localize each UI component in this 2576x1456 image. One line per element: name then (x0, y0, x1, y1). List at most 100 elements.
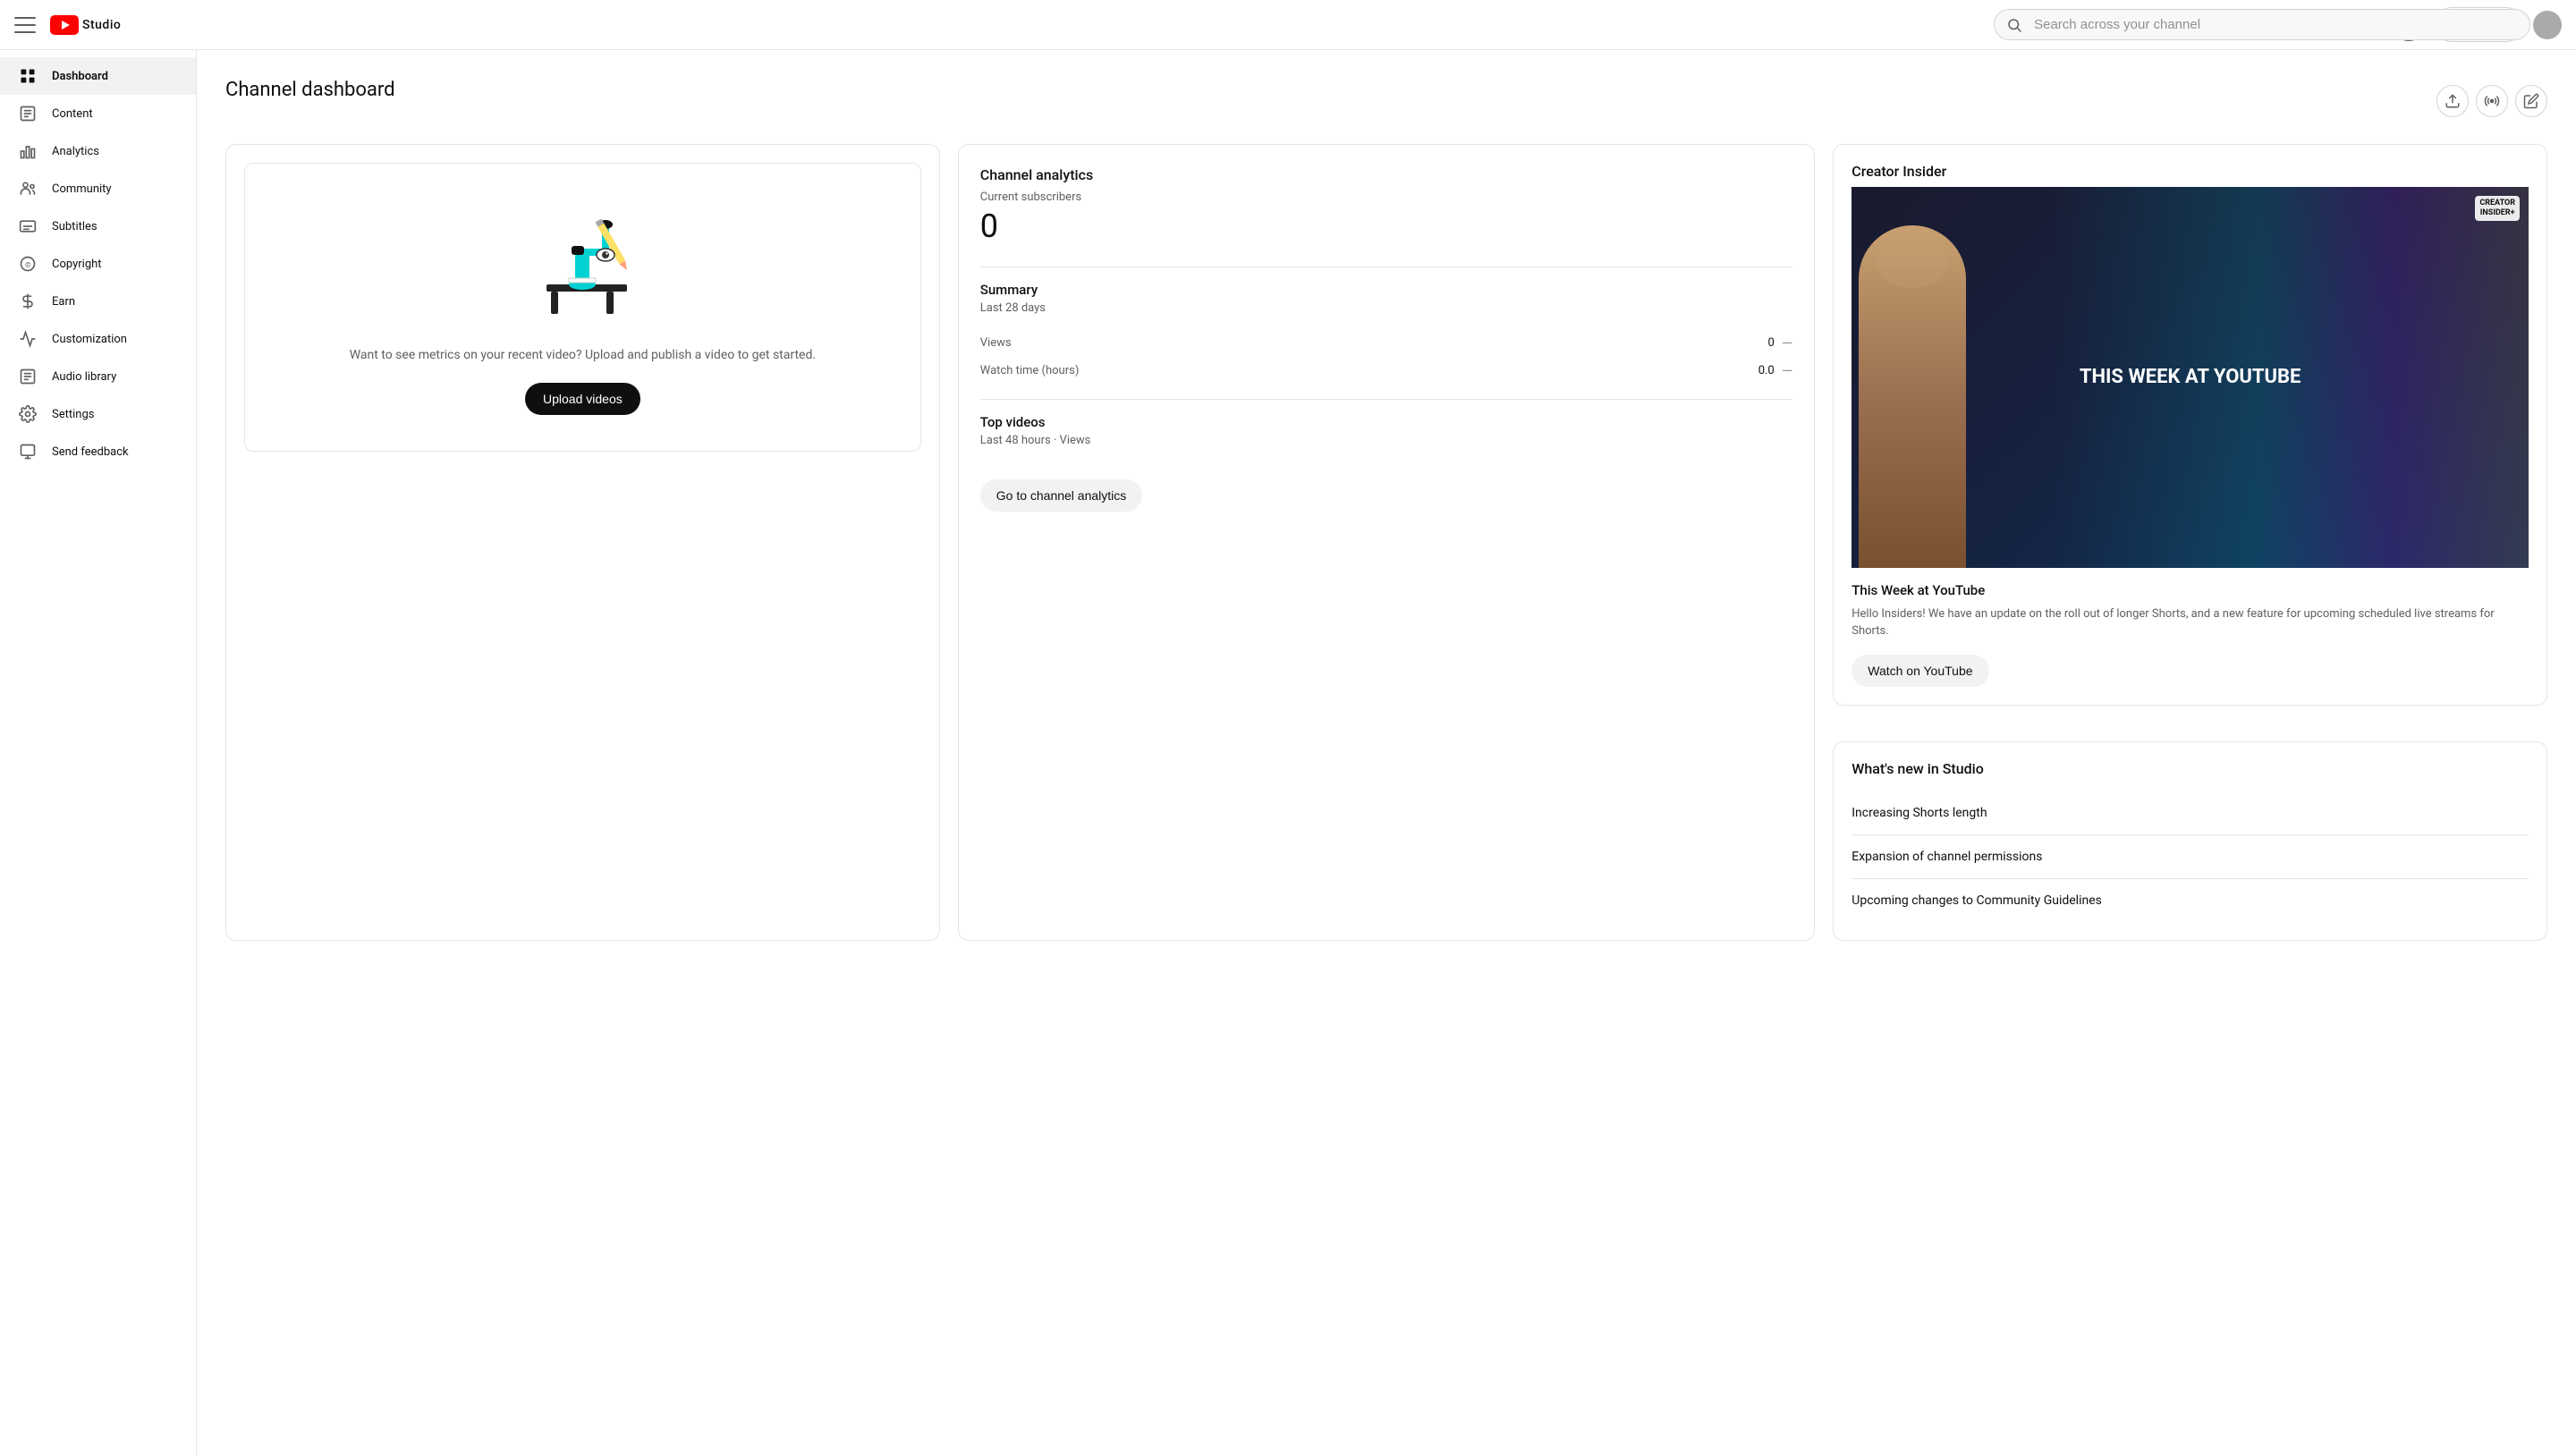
sidebar-item-content[interactable]: Content (0, 95, 196, 132)
edit-button[interactable] (2515, 85, 2547, 117)
sidebar-item-analytics[interactable]: Analytics (0, 132, 196, 170)
page-title: Channel dashboard (225, 79, 395, 101)
customization-icon (18, 329, 38, 349)
views-number: 0 (1767, 336, 1774, 350)
content-icon (18, 104, 38, 123)
layout: Dashboard Content Analytics Community (0, 0, 2576, 1456)
sidebar-item-audio-library-label: Audio library (52, 370, 116, 384)
search-icon (2006, 17, 2022, 33)
sidebar-item-dashboard-label: Dashboard (52, 70, 108, 83)
settings-icon (18, 404, 38, 424)
creator-insider-title: Creator Insider (1852, 163, 2529, 180)
dashboard-grid: Want to see metrics on your recent video… (225, 144, 2547, 941)
creator-person (1859, 225, 1966, 568)
upload-card-inner: Want to see metrics on your recent video… (244, 163, 921, 452)
earn-icon (18, 292, 38, 311)
summary-period: Last 28 days (980, 301, 1793, 315)
dashboard-icon (18, 66, 38, 86)
creator-hair (1877, 234, 1948, 288)
top-videos-period: Last 48 hours · Views (980, 434, 1793, 447)
top-videos-divider (980, 399, 1793, 400)
sidebar-item-copyright-label: Copyright (52, 258, 102, 271)
creator-thumbnail[interactable]: CREATOR INSIDER+ THIS WEEK AT YOUTUBE (1852, 187, 2529, 568)
search-bar[interactable] (1994, 9, 2530, 40)
sidebar-item-earn[interactable]: Earn (0, 283, 196, 320)
sidebar-item-audio-library[interactable]: Audio library (0, 358, 196, 395)
sidebar-item-dashboard[interactable]: Dashboard (0, 57, 196, 95)
whats-new-card: What's new in Studio Increasing Shorts l… (1833, 741, 2547, 941)
views-dash: — (1782, 334, 1793, 351)
upload-card-text: Want to see metrics on your recent video… (350, 346, 816, 365)
analytics-card: Channel analytics Current subscribers 0 … (958, 144, 1816, 941)
sidebar-item-send-feedback[interactable]: Send feedback (0, 433, 196, 470)
sidebar-item-subtitles[interactable]: Subtitles (0, 207, 196, 245)
go-analytics-button[interactable]: Go to channel analytics (980, 479, 1143, 512)
analytics-card-title: Channel analytics (980, 166, 1793, 183)
upload-illustration (502, 199, 663, 325)
watch-time-metric-row: Watch time (hours) 0.0 — (980, 357, 1793, 385)
creator-insider-badge: CREATOR INSIDER+ (2475, 196, 2520, 221)
audio-icon (18, 367, 38, 386)
views-value: 0 — (1767, 334, 1792, 351)
sidebar-item-customization[interactable]: Customization (0, 320, 196, 358)
whats-new-item-2-text: Upcoming changes to Community Guidelines (1852, 893, 2102, 908)
sidebar-item-community[interactable]: Community (0, 170, 196, 207)
right-column: Creator Insider (1833, 144, 2547, 941)
upload-card: Want to see metrics on your recent video… (225, 144, 940, 941)
analytics-icon (18, 141, 38, 161)
logo[interactable]: Studio (50, 15, 121, 35)
watch-time-dash: — (1782, 362, 1793, 379)
subscribers-label: Current subscribers (980, 190, 1793, 204)
copyright-icon: © (18, 254, 38, 274)
toolbar-icons (2436, 85, 2547, 117)
sidebar-item-settings[interactable]: Settings (0, 395, 196, 433)
header: Studio ? ⊞ Create (0, 0, 2576, 50)
creator-video-title: This Week at YouTube (1852, 582, 2529, 598)
subtitles-icon (18, 216, 38, 236)
sidebar-item-content-label: Content (52, 107, 93, 121)
studio-logo-text: Studio (82, 18, 121, 32)
top-videos-title: Top videos (980, 414, 1793, 430)
badge-line2: INSIDER+ (2480, 208, 2515, 217)
sidebar-item-earn-label: Earn (52, 295, 75, 309)
subscribers-count: 0 (980, 207, 1793, 245)
views-metric-row: Views 0 — (980, 329, 1793, 357)
upload-videos-button[interactable]: Upload videos (525, 383, 640, 415)
creator-card-header: Creator Insider (1834, 145, 2546, 180)
sidebar-item-subtitles-label: Subtitles (52, 220, 97, 233)
search-input[interactable] (1994, 9, 2530, 40)
creator-thumbnail-text: THIS WEEK AT YOUTUBE (2062, 348, 2319, 407)
main-content: Channel dashboard (197, 50, 2576, 1456)
whats-new-title: What's new in Studio (1852, 760, 2529, 777)
creator-card-body: This Week at YouTube Hello Insiders! We … (1834, 582, 2546, 705)
community-icon (18, 179, 38, 199)
watch-time-label: Watch time (hours) (980, 364, 1080, 377)
whats-new-item-2[interactable]: Upcoming changes to Community Guidelines (1852, 879, 2529, 922)
watch-time-number: 0.0 (1758, 364, 1775, 377)
sidebar: Dashboard Content Analytics Community (0, 50, 197, 1456)
whats-new-item-0-text: Increasing Shorts length (1852, 806, 1987, 820)
creator-video-desc: Hello Insiders! We have an update on the… (1852, 605, 2529, 640)
menu-icon[interactable] (14, 17, 36, 33)
upload-button[interactable] (2436, 85, 2469, 117)
creator-insider-card: Creator Insider (1833, 144, 2547, 706)
whats-new-item-1[interactable]: Expansion of channel permissions (1852, 835, 2529, 879)
svg-text:©: © (25, 261, 31, 270)
badge-line1: CREATOR (2479, 199, 2515, 207)
sidebar-item-analytics-label: Analytics (52, 145, 99, 158)
avatar[interactable] (2533, 11, 2562, 39)
watch-youtube-button[interactable]: Watch on YouTube (1852, 655, 1988, 687)
live-button[interactable] (2476, 85, 2508, 117)
header-left: Studio (14, 15, 121, 35)
feedback-icon (18, 442, 38, 461)
sidebar-item-send-feedback-label: Send feedback (52, 445, 129, 459)
youtube-logo-icon (50, 15, 79, 35)
whats-new-item-1-text: Expansion of channel permissions (1852, 850, 2042, 864)
summary-title: Summary (980, 282, 1793, 298)
sidebar-item-customization-label: Customization (52, 333, 127, 346)
whats-new-item-0[interactable]: Increasing Shorts length (1852, 791, 2529, 835)
watch-time-value: 0.0 — (1758, 362, 1793, 379)
sidebar-item-settings-label: Settings (52, 408, 94, 421)
views-label: Views (980, 336, 1012, 350)
sidebar-item-copyright[interactable]: © Copyright (0, 245, 196, 283)
